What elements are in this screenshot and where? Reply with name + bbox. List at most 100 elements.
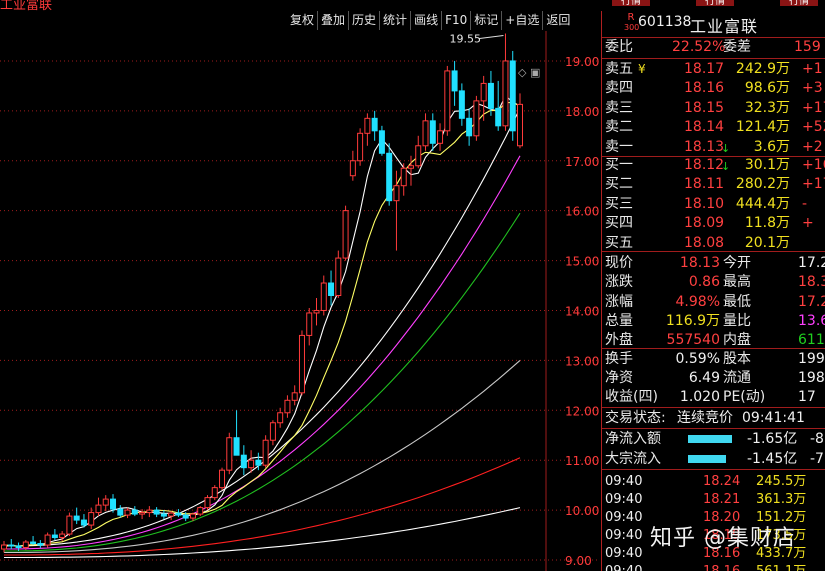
down-arrow-icon: ↓ xyxy=(721,141,731,155)
weibi-row: 委比 22.52% 委差 159 xyxy=(602,38,825,57)
quote-label: 现价 xyxy=(605,255,633,271)
tick-time: 09:40 xyxy=(605,492,643,507)
r-badge-letter: R xyxy=(627,12,635,23)
y-tick-label: 18.00 xyxy=(565,105,599,119)
tick-volume: 561.1万 xyxy=(756,562,806,571)
asks-row[interactable]: 卖四 18.16 98.6万 +3 xyxy=(602,79,825,98)
f10-button[interactable]: F10 xyxy=(441,11,470,30)
tick-row[interactable]: 09:40 18.21 361.3万 xyxy=(602,490,825,509)
candle-body xyxy=(313,309,320,314)
bids-label: 买四 xyxy=(605,215,633,232)
tick-row[interactable]: 09:40 18.16 561.1万 xyxy=(602,562,825,571)
fundamental-value: 1.020 xyxy=(679,389,720,405)
candle-body xyxy=(444,70,451,132)
asks-row[interactable]: 卖五 ¥18.17 242.9万 +1 xyxy=(602,60,825,79)
asks-price: 18.16 xyxy=(684,80,725,97)
mark-button[interactable]: 标记 xyxy=(470,11,501,30)
candle-body xyxy=(117,508,124,516)
quote-tab-3[interactable]: 行情 xyxy=(780,0,818,6)
y-tick-label: 16.00 xyxy=(565,205,599,219)
weicha-value: 159 xyxy=(794,39,821,55)
asks-price: 18.15 xyxy=(684,99,725,116)
draw-line-button[interactable]: 画线 xyxy=(410,11,441,30)
asks-price: 18.13 xyxy=(684,138,725,155)
weicha-label: 委差 xyxy=(723,39,751,55)
ma10-line xyxy=(3,102,521,547)
bids-volume: 280.2万 xyxy=(735,176,790,193)
bids-change: - xyxy=(802,195,808,212)
add-watchlist-button[interactable]: +自选 xyxy=(501,11,542,30)
bids-price: 18.10 xyxy=(684,195,725,212)
history-button[interactable]: 历史 xyxy=(348,11,379,30)
back-button[interactable]: 返回 xyxy=(542,11,573,30)
bids-row[interactable]: 买五 18.08 20.1万 xyxy=(602,234,825,253)
statistics-button[interactable]: 统计 xyxy=(379,11,410,30)
candle-body xyxy=(88,512,95,526)
bids-row[interactable]: 买四 18.09 11.8万 + xyxy=(602,214,825,233)
asks-row[interactable]: 卖一 18.13 ↓ 3.6万 +2 xyxy=(602,138,825,157)
quote-tab-1[interactable]: 行情 xyxy=(612,0,650,6)
flow-value: -1.65亿 xyxy=(747,431,798,447)
asks-row[interactable]: 卖三 18.15 32.3万 +17 xyxy=(602,99,825,118)
diamond-icon[interactable]: ◇ xyxy=(518,66,526,79)
divider xyxy=(602,428,825,429)
bids-row[interactable]: 买三 18.10 444.4万 - xyxy=(602,195,825,214)
divider xyxy=(602,469,825,470)
candle-body xyxy=(160,513,167,517)
tick-row[interactable]: 09:40 18.24 245.5万 xyxy=(602,472,825,491)
asks-volume: 32.3万 xyxy=(744,99,790,116)
yen-icon: ¥ xyxy=(638,62,646,76)
fundamental-row: 收益(四) 1.020 PE(动) 17 xyxy=(602,388,825,407)
y-tick-label: 10.00 xyxy=(565,504,599,518)
quote-tab-2[interactable]: 行情 xyxy=(696,0,734,6)
kline-svg[interactable]: 19.00 18.00 17.00 16.00 15.00 14.00 13.00 12.00… xyxy=(0,31,600,571)
weibi-label: 委比 xyxy=(605,39,633,55)
flow-percent: -8 xyxy=(810,431,824,447)
bids-label: 买五 xyxy=(605,234,633,251)
window-toggle-icon[interactable]: ▣ xyxy=(530,66,540,79)
flow-label: 净流入额 xyxy=(605,431,661,447)
asks-label: 卖二 xyxy=(605,119,633,136)
candle-body xyxy=(262,439,269,466)
candle-body xyxy=(139,512,146,515)
bids-volume: 444.4万 xyxy=(735,195,790,212)
asks-row[interactable]: 卖二 18.14 121.4万 +52 xyxy=(602,118,825,137)
candle-body xyxy=(153,509,160,515)
flow-row: 净流入额 -1.65亿 -8 xyxy=(602,430,825,449)
asks-volume: 121.4万 xyxy=(735,119,790,136)
candle-body xyxy=(219,469,226,489)
fundamental-label: 股本 xyxy=(723,351,751,367)
bids-price: 18.11 xyxy=(684,176,725,193)
quote-row: 涨幅 4.98% 最低 17.2 xyxy=(602,293,825,312)
candle-body xyxy=(204,497,211,509)
adjust-price-button[interactable]: 复权 xyxy=(287,11,317,30)
candle-body xyxy=(328,282,335,297)
bids-row[interactable]: 买一 18.12↓ 30.1万 +16 xyxy=(602,156,825,175)
quote-value: 116.9万 xyxy=(665,312,720,329)
y-tick-label: 14.00 xyxy=(565,304,599,318)
trade-status-label: 交易状态: xyxy=(605,410,666,426)
divider xyxy=(602,348,825,349)
overlay-button[interactable]: 叠加 xyxy=(317,11,348,30)
asks-volume: 242.9万 xyxy=(735,61,790,77)
bids-price: 18.08 xyxy=(684,234,725,251)
candle-body xyxy=(284,399,291,414)
candle-body xyxy=(197,507,204,515)
quote-value: 17.2 xyxy=(798,293,825,310)
asks-label: 卖五 xyxy=(605,61,633,77)
divider xyxy=(602,58,825,59)
bids-label: 买二 xyxy=(605,176,633,193)
fundamental-label: 净资 xyxy=(605,370,633,386)
candle-body xyxy=(480,82,487,102)
tick-time: 09:40 xyxy=(605,546,643,561)
candlestick-chart[interactable]: 19.00 18.00 17.00 16.00 15.00 14.00 13.00 12.00… xyxy=(0,31,600,571)
candle-body xyxy=(495,107,502,127)
bids-row[interactable]: 买二 18.11 280.2万 +17 xyxy=(602,175,825,194)
asks-change: +17 xyxy=(802,99,825,116)
bids-change: +16 xyxy=(802,157,825,173)
flow-bar xyxy=(688,435,732,443)
candle-body xyxy=(95,504,102,514)
chart-corner-icons: ◇ ▣ xyxy=(518,66,540,79)
candle-body xyxy=(255,459,262,466)
high-annotation-line xyxy=(479,34,504,39)
